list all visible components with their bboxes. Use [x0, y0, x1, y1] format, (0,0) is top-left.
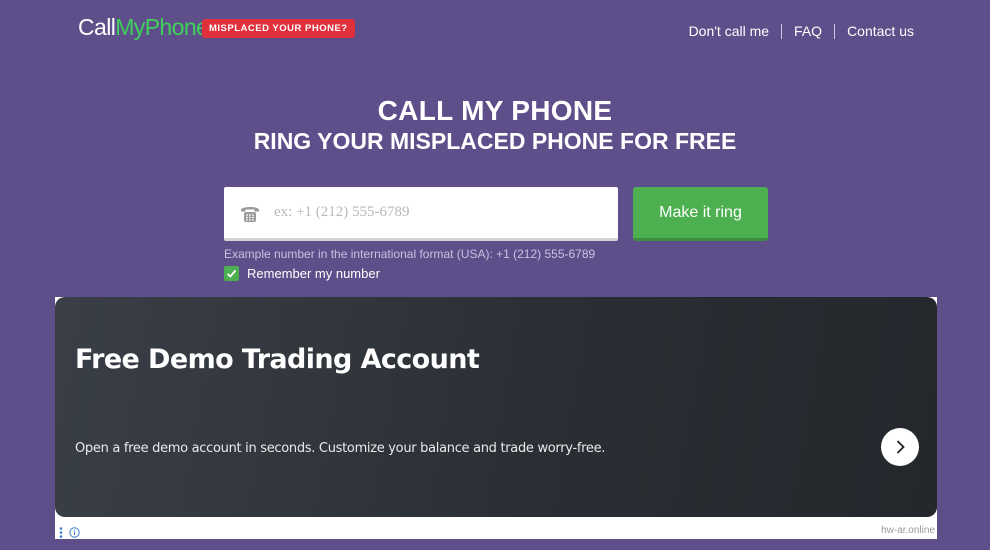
- ad-domain: hw-ar.online: [881, 525, 935, 536]
- ad-description: Open a free demo account in seconds. Cus…: [75, 441, 606, 456]
- misplaced-badge: MISPLACED YOUR PHONE?: [202, 19, 355, 38]
- ad-card[interactable]: Free Demo Trading Account Open a free de…: [55, 297, 937, 517]
- info-icon[interactable]: [69, 525, 80, 543]
- more-vertical-icon[interactable]: [59, 525, 63, 543]
- ad-banner: Free Demo Trading Account Open a free de…: [55, 297, 937, 539]
- chevron-right-icon[interactable]: [881, 428, 919, 466]
- check-icon: [226, 269, 237, 278]
- top-nav: Don't call me FAQ Contact us: [689, 23, 914, 39]
- format-hint: Example number in the international form…: [224, 247, 596, 261]
- phone-input[interactable]: [274, 187, 604, 238]
- page-title: CALL MY PHONE: [377, 95, 613, 126]
- logo-myphone: MyPhone: [115, 14, 209, 40]
- ad-footer-icons: [59, 525, 80, 543]
- nav-divider: [834, 23, 836, 39]
- remember-row: Remember my number: [224, 266, 380, 281]
- nav-divider: [781, 23, 783, 39]
- make-it-ring-button[interactable]: Make it ring: [633, 187, 768, 241]
- remember-label: Remember my number: [247, 266, 380, 281]
- page-subtitle: RING YOUR MISPLACED PHONE FOR FREE: [253, 128, 737, 154]
- logo-call: Call: [78, 14, 116, 40]
- logo[interactable]: CallMyPhone: [78, 14, 209, 41]
- nav-dont-call-me[interactable]: Don't call me: [689, 23, 769, 39]
- phone-field[interactable]: [224, 187, 618, 241]
- telephone-icon: [238, 201, 262, 225]
- nav-faq[interactable]: FAQ: [794, 23, 822, 39]
- nav-contact-us[interactable]: Contact us: [847, 23, 914, 39]
- remember-checkbox[interactable]: [224, 266, 239, 281]
- ad-title: Free Demo Trading Account: [75, 344, 480, 375]
